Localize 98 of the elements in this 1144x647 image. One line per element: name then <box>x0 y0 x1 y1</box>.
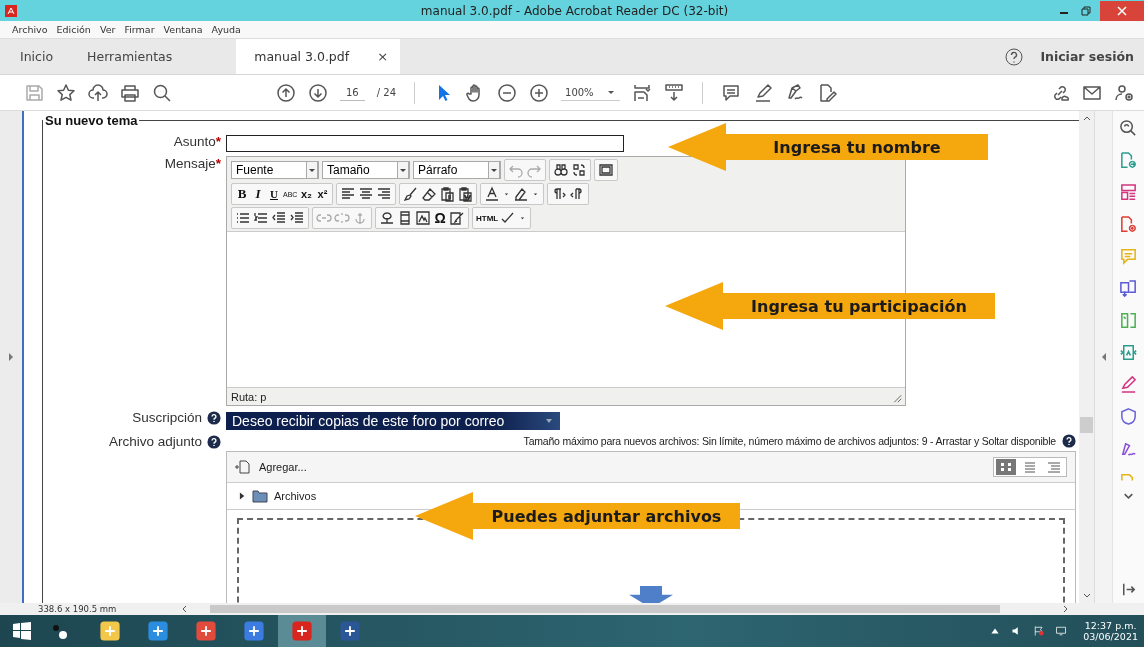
paste-word-icon[interactable] <box>457 186 474 202</box>
field-label: Mensaje* <box>163 156 221 171</box>
highlight-color-icon[interactable] <box>513 186 530 202</box>
media-icon[interactable] <box>397 210 413 226</box>
editor-path: Ruta: p <box>231 390 267 403</box>
binoculars-icon[interactable] <box>553 162 569 178</box>
format-button[interactable]: x₂ <box>299 188 314 200</box>
taskbar-app[interactable] <box>278 615 326 647</box>
add-file-icon[interactable] <box>235 459 251 475</box>
attachment-limits: Tamaño máximo para nuevos archivos: Sin límite, número máximo de archivos adjuntos: 9 - Arrastar y Soltar disponible <box>523 435 1056 447</box>
highlighter-icon[interactable] <box>1119 375 1138 394</box>
editor-dropdown[interactable]: Fuente <box>231 161 319 179</box>
replace-icon[interactable] <box>571 162 587 178</box>
special-character-button[interactable]: Ω <box>433 210 447 226</box>
subscription-select[interactable]: Deseo recibir copias de este foro por correo <box>226 412 560 430</box>
sign-in-link[interactable]: Iniciar sesión <box>1040 49 1134 64</box>
search-icon[interactable] <box>152 82 172 103</box>
fieldset-legend: Su nuevo tema <box>43 113 140 128</box>
menu-item[interactable]: Ventana <box>163 24 203 35</box>
page-size: 338.6 x 190.5 mm <box>37 604 118 614</box>
expand-panel-icon[interactable] <box>8 353 14 361</box>
print-icon[interactable] <box>120 82 140 103</box>
edit-icon[interactable] <box>449 210 465 226</box>
flag-alert-icon[interactable] <box>1033 625 1046 637</box>
format-button[interactable]: B <box>235 186 249 202</box>
paste-text-icon[interactable] <box>439 186 456 202</box>
format-button[interactable]: I <box>251 186 265 202</box>
window-title: manual 3.0.pdf - Adobe Acrobat Reader DC (32-bit) <box>419 3 730 18</box>
help-icon[interactable] <box>1004 46 1025 67</box>
align-center-icon[interactable] <box>358 186 375 202</box>
document-download-icon[interactable] <box>1119 279 1138 298</box>
indent-icon[interactable] <box>289 210 305 226</box>
format-button[interactable]: x² <box>315 188 330 200</box>
menu-item[interactable]: Firmar <box>124 24 155 35</box>
picture-icon[interactable] <box>415 210 431 226</box>
star-icon[interactable] <box>56 82 76 103</box>
clock-date: 03/06/2021 <box>1083 631 1138 642</box>
caret-icon[interactable] <box>397 161 409 179</box>
editor-dropdown[interactable]: Tamaño <box>322 161 410 179</box>
tab-close-button[interactable]: × <box>377 49 389 64</box>
add-file-button[interactable]: Agregar... <box>259 461 307 473</box>
zoom-out-icon[interactable] <box>497 82 517 103</box>
tab[interactable]: Herramientas <box>67 39 187 74</box>
caret-icon[interactable] <box>488 161 500 179</box>
tab[interactable]: manual 3.0.pdf × <box>236 39 401 74</box>
eraser-icon[interactable] <box>421 186 438 202</box>
add-user-icon[interactable] <box>1114 82 1134 103</box>
page-count: / 24 <box>376 87 396 98</box>
scroll-mode-icon[interactable] <box>663 82 684 103</box>
collapsed-arrow-icon[interactable] <box>239 492 246 500</box>
network-icon[interactable] <box>1055 625 1068 637</box>
bullet-list-icon[interactable] <box>235 210 251 226</box>
add-pdf-icon[interactable] <box>1119 215 1138 234</box>
compress-pdf-icon[interactable] <box>1119 343 1138 362</box>
align-right-icon[interactable] <box>376 186 393 202</box>
menu-item[interactable]: Ver <box>99 24 116 35</box>
menu-item[interactable]: Ayuda <box>211 24 241 35</box>
help-icon[interactable] <box>207 410 221 425</box>
layout-icon[interactable] <box>1119 183 1138 202</box>
zoom-search-icon[interactable] <box>1119 119 1138 138</box>
fit-page-icon[interactable] <box>631 82 652 103</box>
grid-view-icon[interactable] <box>994 458 1018 476</box>
down-arrow-icon <box>629 586 673 603</box>
clock[interactable]: 12:37 p.m. 03/06/2021 <box>1077 620 1144 642</box>
zoom-in-icon[interactable] <box>529 82 549 103</box>
export-pdf-icon[interactable] <box>1119 151 1138 170</box>
tree-image-icon[interactable] <box>379 210 395 226</box>
field-label: Asunto* <box>172 134 221 149</box>
menu-item[interactable]: Archivo <box>12 24 48 35</box>
format-button[interactable]: U <box>267 188 281 200</box>
html-button[interactable]: HTML <box>476 213 499 223</box>
align-left-icon[interactable] <box>340 186 357 202</box>
fullscreen-icon[interactable] <box>598 162 614 178</box>
numbered-list-icon[interactable] <box>253 210 269 226</box>
folder-name[interactable]: Archivos <box>274 490 317 502</box>
windows-start-icon[interactable] <box>12 621 32 641</box>
editor-dropdown[interactable]: Párrafo <box>413 161 501 179</box>
ltr-icon[interactable] <box>551 186 568 202</box>
text-color-icon[interactable] <box>484 186 501 202</box>
subject-input[interactable] <box>226 135 624 152</box>
collapse-panel-icon[interactable] <box>1100 353 1107 361</box>
page-number-field[interactable]: 16 <box>340 84 365 101</box>
organize-pages-icon[interactable] <box>1119 311 1138 330</box>
scrollbar-thumb[interactable] <box>1080 417 1093 433</box>
help-icon[interactable] <box>207 434 221 449</box>
cloud-upload-icon[interactable] <box>88 82 108 103</box>
menu-item[interactable]: Edición <box>56 24 91 35</box>
scrollbar-thumb[interactable] <box>210 605 1000 613</box>
shield-icon[interactable] <box>1119 407 1138 426</box>
field-label: Suscripción <box>43 410 221 425</box>
outdent-icon[interactable] <box>271 210 287 226</box>
comment-icon[interactable] <box>720 82 741 103</box>
clock-time: 12:37 p.m. <box>1084 620 1137 631</box>
field-label: Archivo adjunto <box>43 434 221 449</box>
tab[interactable]: Inicio <box>0 39 68 74</box>
help-icon[interactable] <box>1062 434 1076 448</box>
zoom-dropdown[interactable]: 100% <box>561 84 620 101</box>
caret-icon[interactable] <box>306 161 318 179</box>
